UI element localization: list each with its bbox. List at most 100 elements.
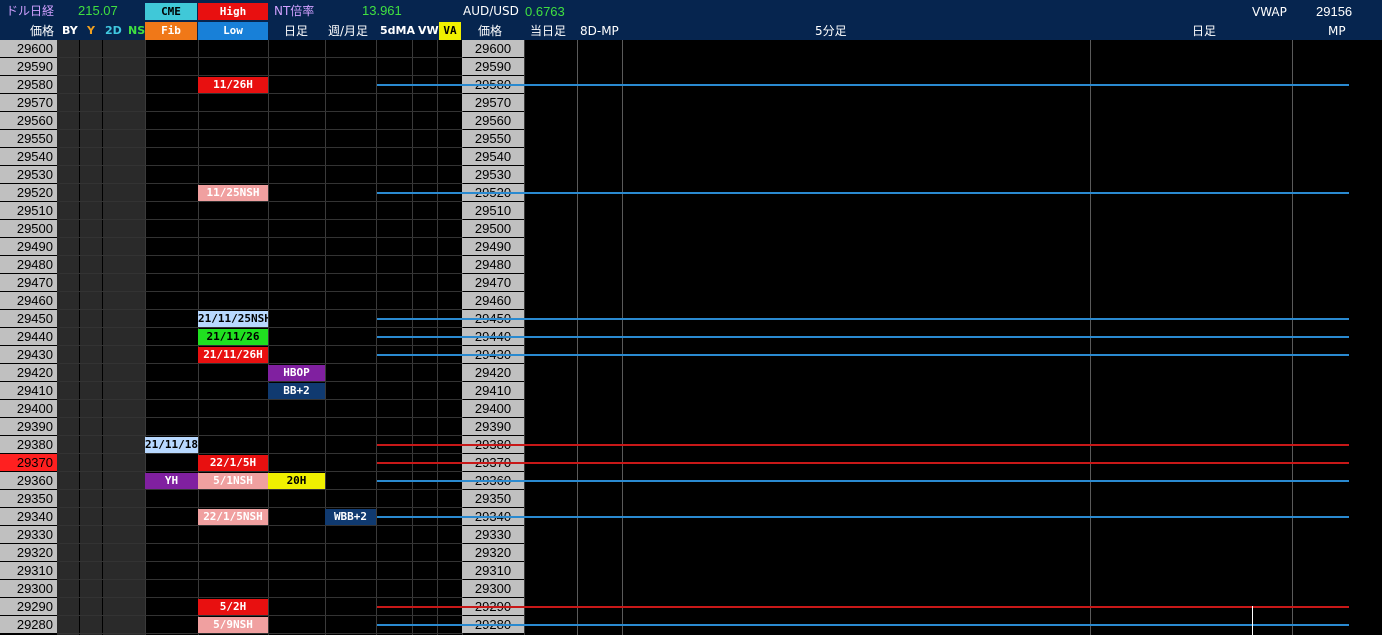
- price-cell[interactable]: 29390: [0, 418, 57, 435]
- price-cell-2[interactable]: 29560: [462, 112, 524, 129]
- level-label[interactable]: 22/1/5NSH: [198, 509, 268, 525]
- row-divider: [57, 543, 462, 544]
- price-cell[interactable]: 29570: [0, 94, 57, 111]
- price-cell[interactable]: 29550: [0, 130, 57, 147]
- level-label[interactable]: 5/2H: [198, 599, 268, 615]
- price-cell-2[interactable]: 29530: [462, 166, 524, 183]
- audusd-value: 0.6763: [525, 4, 565, 19]
- price-cell[interactable]: 29500: [0, 220, 57, 237]
- level-label[interactable]: 21/11/18: [145, 437, 198, 453]
- cme-button[interactable]: CME: [145, 3, 197, 20]
- high-button[interactable]: High: [198, 3, 268, 20]
- row-divider: [57, 399, 462, 400]
- row-divider: [57, 237, 462, 238]
- price-cell-2[interactable]: 29410: [462, 382, 524, 399]
- fib-header[interactable]: Fib: [145, 22, 197, 40]
- price-cell[interactable]: 29380: [0, 436, 57, 453]
- price-cell-2[interactable]: 29470: [462, 274, 524, 291]
- price-cell[interactable]: 29410: [0, 382, 57, 399]
- price-cell[interactable]: 29560: [0, 112, 57, 129]
- price-cell-2[interactable]: 29550: [462, 130, 524, 147]
- price-header-2: 価格: [478, 24, 503, 38]
- level-label[interactable]: 21/11/26: [198, 329, 268, 345]
- level-label[interactable]: 20H: [268, 473, 325, 489]
- y-header[interactable]: Y: [87, 22, 95, 40]
- price-cell[interactable]: 29360: [0, 472, 57, 489]
- price-cell-2[interactable]: 29320: [462, 544, 524, 561]
- level-label[interactable]: WBB+2: [325, 509, 376, 525]
- nt-ratio-label: NT倍率: [274, 4, 315, 18]
- row-divider: [57, 201, 462, 202]
- mp-header: MP: [1328, 24, 1346, 38]
- price-cell[interactable]: 29400: [0, 400, 57, 417]
- price-cell[interactable]: 29470: [0, 274, 57, 291]
- price-cell-2[interactable]: 29420: [462, 364, 524, 381]
- price-cell-2[interactable]: 29330: [462, 526, 524, 543]
- daily-header: 日足: [284, 24, 309, 38]
- price-cell[interactable]: 29300: [0, 580, 57, 597]
- price-cell[interactable]: 29490: [0, 238, 57, 255]
- level-label[interactable]: BB+2: [268, 383, 325, 399]
- price-cell-2[interactable]: 29390: [462, 418, 524, 435]
- price-level-line: [377, 192, 1349, 194]
- price-cell[interactable]: 29580: [0, 76, 57, 93]
- price-level-line: [377, 624, 1349, 626]
- price-cell[interactable]: 29520: [0, 184, 57, 201]
- price-cell[interactable]: 29340: [0, 508, 57, 525]
- price-cell-2[interactable]: 29590: [462, 58, 524, 75]
- price-cell-2[interactable]: 29600: [462, 40, 524, 57]
- price-cell[interactable]: 29530: [0, 166, 57, 183]
- level-label[interactable]: 22/1/5H: [198, 455, 268, 471]
- row-divider: [57, 57, 462, 58]
- va-header[interactable]: VA: [439, 22, 461, 40]
- price-cell[interactable]: 29440: [0, 328, 57, 345]
- level-label[interactable]: 5/1NSH: [198, 473, 268, 489]
- price-cell[interactable]: 29590: [0, 58, 57, 75]
- price-cell-2[interactable]: 29310: [462, 562, 524, 579]
- price-cell[interactable]: 29430: [0, 346, 57, 363]
- price-cell-2[interactable]: 29500: [462, 220, 524, 237]
- daily-chart-header: 日足: [1192, 24, 1217, 38]
- 2d-header[interactable]: 2D: [105, 22, 122, 40]
- level-label[interactable]: 5/9NSH: [198, 617, 268, 633]
- price-cell[interactable]: 29280: [0, 616, 57, 633]
- ns-header[interactable]: NS: [128, 22, 145, 40]
- today-header: 当日足: [530, 24, 567, 38]
- low-header[interactable]: Low: [198, 22, 268, 40]
- price-cell-2[interactable]: 29510: [462, 202, 524, 219]
- level-label[interactable]: HBOP: [268, 365, 325, 381]
- price-cell[interactable]: 29600: [0, 40, 57, 57]
- price-cell[interactable]: 29450: [0, 310, 57, 327]
- row-divider: [57, 615, 462, 616]
- price-cell[interactable]: 29460: [0, 292, 57, 309]
- price-cell[interactable]: 29290: [0, 598, 57, 615]
- by-header[interactable]: BY: [62, 22, 78, 40]
- price-cell-2[interactable]: 29400: [462, 400, 524, 417]
- price-cell[interactable]: 29480: [0, 256, 57, 273]
- chart-tick: [1252, 606, 1253, 635]
- price-cell-2[interactable]: 29460: [462, 292, 524, 309]
- price-level-line: [377, 480, 1349, 482]
- price-cell-2[interactable]: 29490: [462, 238, 524, 255]
- price-cell[interactable]: 29510: [0, 202, 57, 219]
- price-cell[interactable]: 29320: [0, 544, 57, 561]
- row-divider: [57, 75, 462, 76]
- price-cell-2[interactable]: 29480: [462, 256, 524, 273]
- price-cell[interactable]: 29310: [0, 562, 57, 579]
- level-label[interactable]: YH: [145, 473, 198, 489]
- price-cell-2[interactable]: 29350: [462, 490, 524, 507]
- price-cell[interactable]: 29330: [0, 526, 57, 543]
- price-cell[interactable]: 29540: [0, 148, 57, 165]
- level-label[interactable]: 21/11/26H: [198, 347, 268, 363]
- row-divider: [57, 273, 462, 274]
- weekly-monthly-header: 週/月足: [328, 24, 369, 38]
- level-label[interactable]: 11/25NSH: [198, 185, 268, 201]
- level-label[interactable]: 11/26H: [198, 77, 268, 93]
- price-cell[interactable]: 29420: [0, 364, 57, 381]
- price-cell[interactable]: 29370: [0, 454, 57, 471]
- price-cell-2[interactable]: 29540: [462, 148, 524, 165]
- price-cell-2[interactable]: 29300: [462, 580, 524, 597]
- price-cell-2[interactable]: 29570: [462, 94, 524, 111]
- price-cell[interactable]: 29350: [0, 490, 57, 507]
- level-label[interactable]: 21/11/25NSH: [198, 311, 268, 327]
